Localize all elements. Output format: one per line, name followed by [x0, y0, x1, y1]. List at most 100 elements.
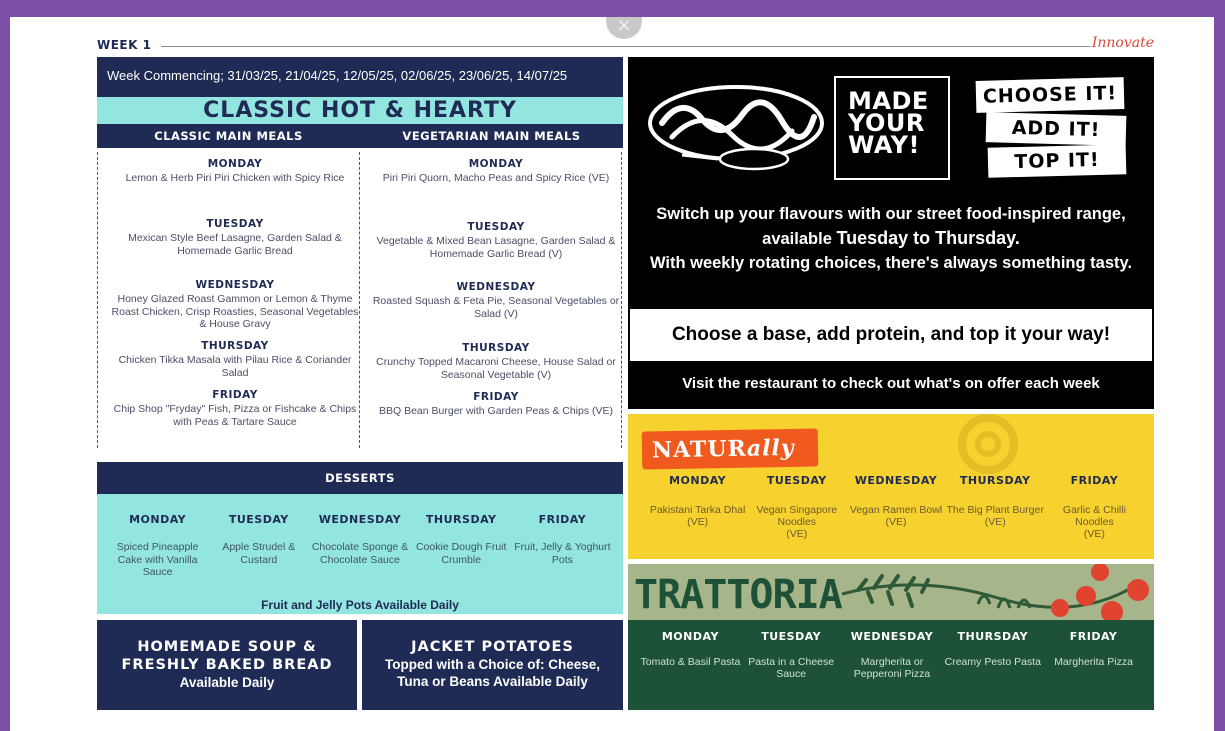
dessert-dish: Chocolate Sponge & Chocolate Sauce [311, 541, 409, 566]
meal-dish: Piri Piri Quorn, Macho Peas and Spicy Ri… [382, 172, 610, 184]
meal-day: WEDNESDAY [195, 279, 275, 291]
list-item: MONDAY Piri Piri Quorn, Macho Peas and S… [372, 158, 620, 185]
list-item: WEDNESDAY Roasted Squash & Feta Pie, Sea… [372, 281, 620, 320]
naturally-day: MONDAY [669, 474, 727, 487]
desserts-title: DESSERTS [97, 462, 623, 494]
potato-heading: JACKET POTATOES [411, 639, 574, 655]
street-vibes-panel: MADE YOUR WAY! CHOOSE IT! ADD IT! TOP IT… [628, 57, 1154, 409]
trattoria-day: FRIDAY [1069, 630, 1118, 643]
main-meals-panel: MONDAY Lemon & Herb Piri Piri Chicken wi… [97, 148, 623, 460]
list-item: WEDNESDAY Honey Glazed Roast Gammon or L… [111, 279, 359, 331]
naturally-tag: (VE) [786, 528, 808, 540]
trattoria-dish: Pasta in a Cheese Sauce [748, 656, 835, 680]
soup-panel: HOMEMADE SOUP & FRESHLY BAKED BREAD Avai… [97, 620, 357, 710]
naturally-day: WEDNESDAY [854, 474, 938, 487]
meal-dish: Honey Glazed Roast Gammon or Lemon & Thy… [111, 293, 359, 330]
made-your-way-box: MADE YOUR WAY! [834, 76, 950, 180]
meal-dish: Lemon & Herb Piri Piri Chicken with Spic… [125, 172, 345, 184]
dessert-dish: Fruit, Jelly & Yoghurt Pots [514, 541, 611, 566]
meal-day: THURSDAY [462, 342, 530, 354]
meal-day: THURSDAY [201, 340, 269, 352]
header-divider [161, 46, 1090, 47]
list-item: TUESDAY Apple Strudel & Custard [208, 513, 309, 579]
meal-dish: Vegetable & Mixed Bean Lasagne, Garden S… [376, 235, 616, 260]
list-item: THURSDAY Creamy Pesto Pasta [942, 630, 1043, 680]
week-label: WEEK 1 [97, 38, 152, 52]
trattoria-days: MONDAY Tomato & Basil Pasta TUESDAY Past… [640, 630, 1144, 680]
veg-meals-list: MONDAY Piri Piri Quorn, Macho Peas and S… [372, 148, 620, 460]
list-item: WEDNESDAY Chocolate Sponge & Chocolate S… [309, 513, 410, 579]
naturally-day: FRIDAY [1070, 474, 1119, 487]
list-item: MONDAY Tomato & Basil Pasta [640, 630, 741, 680]
dessert-dish: Apple Strudel & Custard [222, 541, 296, 566]
meal-dish: Chicken Tikka Masala with Pilau Rice & C… [118, 354, 352, 379]
trattoria-day: WEDNESDAY [850, 630, 934, 643]
list-item: WEDNESDAY Vegan Ramen Bowl (VE) [846, 474, 945, 540]
meal-dish: Crunchy Topped Macaroni Cheese, House Sa… [376, 356, 616, 381]
intro-days: Tuesday to Thursday. [836, 228, 1020, 248]
list-item: THURSDAY Chicken Tikka Masala with Pilau… [111, 340, 359, 379]
meal-day: MONDAY [468, 158, 524, 170]
trattoria-panel: TRATTORIA MONDAY Tomato & Basil Pasta TU… [628, 564, 1154, 710]
trattoria-day: TUESDAY [761, 630, 822, 643]
trattoria-day: THURSDAY [957, 630, 1029, 643]
list-item: FRIDAY Margherita Pizza [1043, 630, 1144, 680]
dessert-day: WEDNESDAY [318, 513, 402, 526]
naturally-tag: (VE) [984, 516, 1006, 528]
list-item: WEDNESDAY Margherita or Pepperoni Pizza [842, 630, 943, 680]
meal-day: MONDAY [207, 158, 263, 170]
week-header: WEEK 1 Innovate [97, 35, 1154, 54]
naturally-dish: Vegan Singapore Noodles [756, 504, 838, 528]
list-item: TUESDAY Pasta in a Cheese Sauce [741, 630, 842, 680]
naturally-panel: NATURally MONDAY Pakistani Tarka Dhal (V… [628, 414, 1154, 559]
meal-dish: Chip Shop "Fryday" Fish, Pizza or Fishca… [113, 403, 357, 428]
naturally-logo-a: NATUR [651, 435, 748, 464]
dessert-day: FRIDAY [538, 513, 587, 526]
dashed-divider-middle [359, 152, 360, 448]
way-text: WAY! [848, 131, 920, 159]
list-item: THURSDAY The Big Plant Burger (VE) [946, 474, 1045, 540]
naturally-dish: Garlic & Chilli Noodles [1062, 504, 1126, 528]
dessert-dish: Cookie Dough Fruit Crumble [415, 541, 507, 566]
choose-base-banner: Choose a base, add protein, and top it y… [630, 309, 1152, 361]
brand-logo: Innovate [1091, 35, 1154, 51]
potato-availability: Tuna or Beans Available Daily [397, 674, 588, 689]
meal-dish: Roasted Squash & Feta Pie, Seasonal Vege… [372, 295, 620, 320]
meal-column-headings: CLASSIC MAIN MEALS VEGETARIAN MAIN MEALS [97, 124, 623, 148]
meal-dish: Mexican Style Beef Lasagne, Garden Salad… [128, 232, 342, 257]
meal-day: TUESDAY [206, 218, 264, 230]
trattoria-dish: Margherita or Pepperoni Pizza [853, 656, 931, 680]
meal-dish: BBQ Bean Burger with Garden Peas & Chips… [378, 405, 614, 417]
choose-it-tag: CHOOSE IT! [975, 77, 1125, 113]
dessert-days: MONDAY Spiced Pineapple Cake with Vanill… [107, 513, 613, 579]
soup-availability: Available Daily [179, 675, 275, 690]
top-it-tag: TOP IT! [987, 144, 1127, 178]
list-item: TUESDAY Vegetable & Mixed Bean Lasagne, … [372, 221, 620, 260]
week-commencing-bar: Week Commencing; 31/03/25, 21/04/25, 12/… [97, 57, 623, 97]
list-item: FRIDAY Garlic & Chilli Noodles (VE) [1045, 474, 1144, 540]
meal-day: TUESDAY [467, 221, 525, 233]
dessert-dish: Spiced Pineapple Cake with Vanilla Sauce [116, 541, 199, 578]
trattoria-day: MONDAY [661, 630, 719, 643]
soup-heading-2: FRESHLY BAKED BREAD [121, 657, 333, 673]
list-item: FRIDAY Fruit, Jelly & Yoghurt Pots [512, 513, 613, 579]
naturally-logo: NATURally [641, 428, 819, 470]
list-item: THURSDAY Cookie Dough Fruit Crumble [411, 513, 512, 579]
herbs-tomatoes-icon [841, 564, 1149, 620]
dashed-divider-left [97, 152, 98, 448]
trattoria-dish: Creamy Pesto Pasta [944, 656, 1041, 668]
list-item: TUESDAY Vegan Singapore Noodles (VE) [747, 474, 846, 540]
desserts-daily-note: Fruit and Jelly Pots Available Daily [261, 598, 459, 612]
soup-heading: HOMEMADE SOUP & [137, 639, 317, 655]
list-item: MONDAY Spiced Pineapple Cake with Vanill… [107, 513, 208, 579]
veg-main-heading: VEGETARIAN MAIN MEALS [402, 129, 581, 143]
naturally-dish: Vegan Ramen Bowl [849, 504, 943, 516]
naturally-dish: The Big Plant Burger [946, 504, 1044, 516]
list-item: FRIDAY Chip Shop "Fryday" Fish, Pizza or… [111, 389, 359, 428]
add-it-tag: ADD IT! [985, 112, 1127, 146]
dessert-day: TUESDAY [228, 513, 289, 526]
intro-text-2: With weekly rotating choices, there's al… [649, 254, 1133, 272]
potato-toppings: Topped with a Choice of: Cheese, [384, 657, 601, 672]
meal-day: FRIDAY [212, 389, 258, 401]
naturally-dish: Pakistani Tarka Dhal [649, 504, 746, 516]
